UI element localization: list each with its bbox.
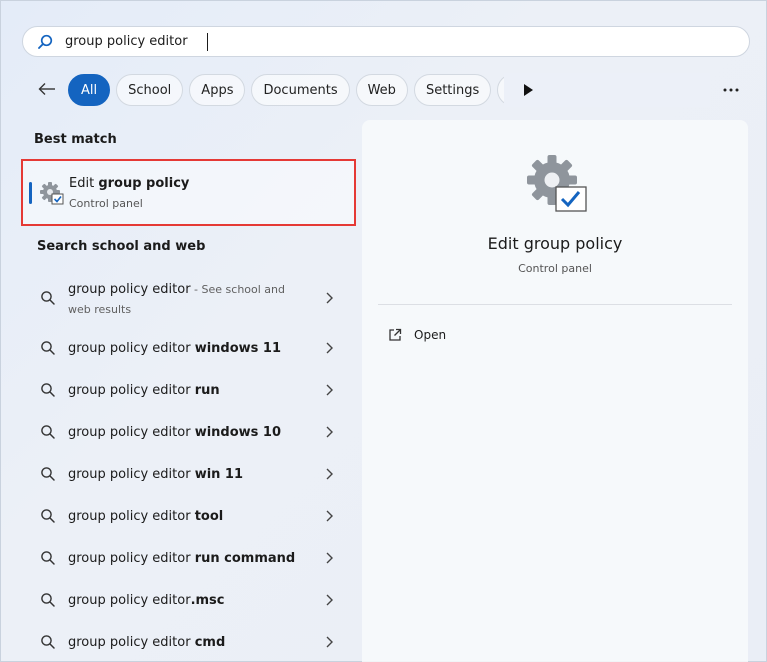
best-match-title: Edit group policy <box>69 176 190 191</box>
more-options-button[interactable] <box>720 80 742 100</box>
web-result-9[interactable]: group policy editor cmd <box>30 622 346 662</box>
chevron-right-icon <box>326 426 333 438</box>
filter-people[interactable]: Pe <box>497 74 504 106</box>
web-result-3[interactable]: group policy editor run <box>30 370 346 410</box>
chevron-right-icon <box>326 342 333 354</box>
web-result-1[interactable]: group policy editor - See school and web … <box>30 277 346 319</box>
search-icon <box>41 291 55 305</box>
chevron-right-icon <box>326 468 333 480</box>
chevron-right-icon <box>326 292 333 304</box>
open-action[interactable]: Open <box>388 324 446 346</box>
search-icon <box>41 341 55 355</box>
search-icon <box>41 551 55 565</box>
search-icon <box>41 509 55 523</box>
filter-web[interactable]: Web <box>355 74 408 106</box>
filter-school[interactable]: School <box>116 74 184 106</box>
search-icon <box>41 383 55 397</box>
web-result-text: group policy editor - See school and web … <box>68 282 285 316</box>
web-result-8[interactable]: group policy editor.msc <box>30 580 346 620</box>
best-match-item[interactable]: Edit group policy Control panel <box>21 159 356 226</box>
web-result-text: group policy editor run command <box>68 550 296 566</box>
filter-documents[interactable]: Documents <box>251 74 350 106</box>
filter-apps[interactable]: Apps <box>189 74 246 106</box>
chevron-right-icon <box>326 636 333 648</box>
search-icon <box>41 593 55 607</box>
search-input[interactable] <box>65 29 705 54</box>
detail-title: Edit group policy <box>487 234 623 253</box>
web-result-text: group policy editor cmd <box>68 634 226 650</box>
web-result-2[interactable]: group policy editor windows 11 <box>30 328 346 368</box>
more-dots-icon <box>723 88 739 92</box>
best-match-subtitle: Control panel <box>69 197 143 210</box>
chevron-right-icon <box>326 510 333 522</box>
group-policy-gear-icon <box>527 155 587 212</box>
open-external-icon <box>389 328 402 341</box>
open-label: Open <box>414 328 447 342</box>
search-web-heading: Search school and web <box>37 239 206 254</box>
filter-all[interactable]: All <box>68 74 111 106</box>
web-result-7[interactable]: group policy editor run command <box>30 538 346 578</box>
group-policy-gear-icon <box>40 182 64 205</box>
web-result-text: group policy editor run <box>68 382 220 398</box>
search-box[interactable] <box>22 26 750 57</box>
text-caret <box>207 33 208 51</box>
back-button[interactable] <box>36 78 58 100</box>
filter-settings[interactable]: Settings <box>413 74 492 106</box>
chevron-right-icon <box>326 594 333 606</box>
back-arrow-icon <box>38 83 55 95</box>
detail-divider <box>378 304 732 305</box>
best-match-heading: Best match <box>34 132 117 147</box>
scroll-filters-right-icon[interactable] <box>520 82 536 98</box>
selection-indicator <box>29 182 32 204</box>
detail-subtitle: Control panel <box>518 262 592 275</box>
chevron-right-icon <box>326 552 333 564</box>
web-result-text: group policy editor.msc <box>68 592 225 608</box>
search-icon <box>41 425 55 439</box>
web-result-text: group policy editor windows 11 <box>68 340 282 356</box>
web-result-text: group policy editor tool <box>68 508 224 524</box>
web-result-4[interactable]: group policy editor windows 10 <box>30 412 346 452</box>
search-icon <box>38 34 53 49</box>
web-result-text: group policy editor windows 10 <box>68 424 282 440</box>
filter-chips: All School Apps Documents Web Settings P… <box>68 74 504 106</box>
detail-pane: Edit group policy Control panel Open <box>362 120 748 662</box>
search-icon <box>41 467 55 481</box>
web-result-5[interactable]: group policy editor win 11 <box>30 454 346 494</box>
search-icon <box>41 635 55 649</box>
chevron-right-icon <box>326 384 333 396</box>
web-result-6[interactable]: group policy editor tool <box>30 496 346 536</box>
web-result-text: group policy editor win 11 <box>68 466 244 482</box>
